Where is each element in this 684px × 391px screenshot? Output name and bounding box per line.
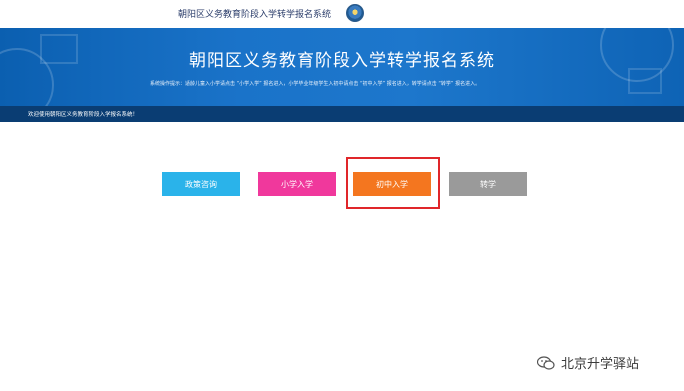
highlight-annotation [346, 157, 440, 209]
watermark: 北京升学驿站 [536, 353, 640, 372]
welcome-text: 欢迎使用朝阳区义务教育阶段入学报名系统！ [28, 112, 139, 118]
top-header-bar: 朝阳区义务教育阶段入学转学报名系统 [0, 0, 684, 28]
system-title: 朝阳区义务教育阶段入学转学报名系统 [189, 51, 495, 71]
header-banner: 朝阳区义务教育阶段入学转学报名系统 系统操作提示：适龄儿童入小学请点击 “小学入… [0, 28, 684, 106]
site-title: 朝阳区义务教育阶段入学转学报名系统 [178, 10, 332, 20]
primary-school-entry-button[interactable]: 小学入学 [258, 172, 336, 196]
welcome-bar: 欢迎使用朝阳区义务教育阶段入学报名系统！ [0, 106, 684, 122]
operation-notice: 系统操作提示：适龄儿童入小学请点击 “小学入学” 报名进入，小学毕业年级学生入初… [150, 81, 481, 87]
policy-consult-button[interactable]: 政策咨询 [162, 172, 240, 196]
transfer-button[interactable]: 转学 [449, 172, 527, 196]
decorative-frame [628, 68, 662, 94]
watermark-text: 北京升学驿站 [561, 357, 640, 372]
emblem-icon [346, 4, 364, 22]
wechat-icon [536, 355, 555, 370]
